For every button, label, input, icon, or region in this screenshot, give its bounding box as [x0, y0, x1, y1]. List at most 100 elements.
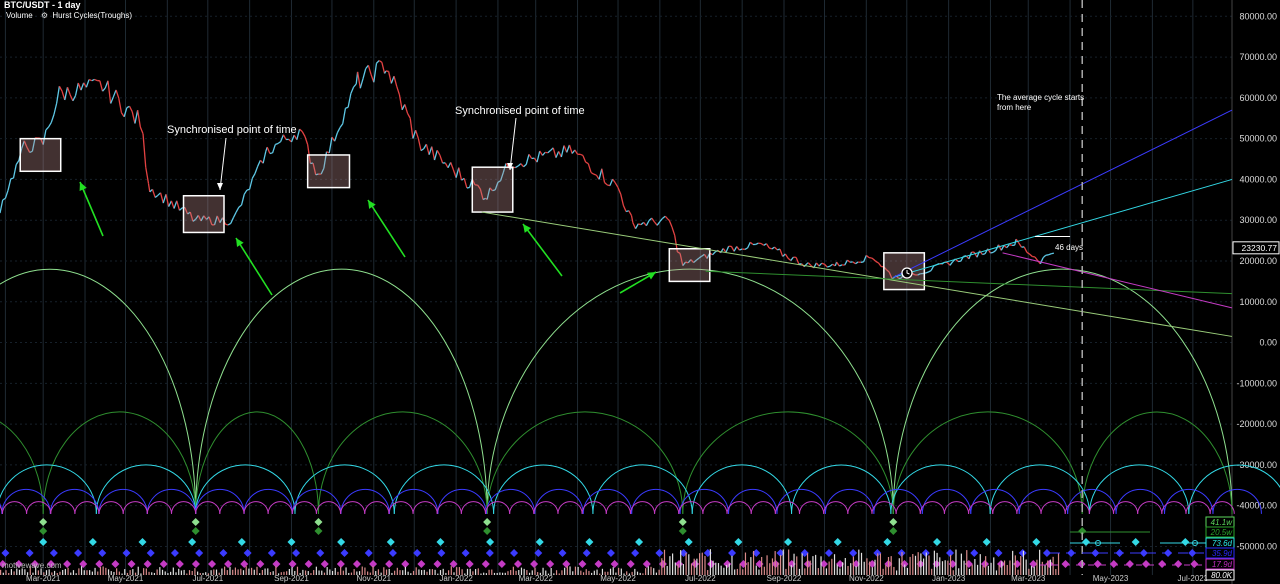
trough-marker-73d — [88, 538, 97, 546]
volume-bar — [1039, 549, 1041, 575]
price-segment — [997, 244, 1002, 251]
trough-marker-41w — [39, 518, 48, 526]
volume-bar — [922, 558, 925, 575]
cycle-arc-17.9d — [315, 501, 342, 514]
trough-marker-73d — [833, 538, 842, 546]
volume-bar — [877, 553, 879, 575]
volume-bar — [526, 570, 528, 575]
volume-bar — [434, 569, 436, 575]
volume-bar — [134, 572, 137, 575]
volume-bar — [358, 571, 361, 575]
volume-bar — [871, 567, 873, 575]
cycle-tag-label: 80.0K — [1211, 571, 1233, 580]
volume-bar — [696, 558, 698, 575]
volume-label[interactable]: Volume — [6, 11, 33, 20]
volume-bar — [226, 570, 228, 575]
y-tick-label: 50000.00 — [1239, 134, 1277, 144]
x-tick-label: Sep-2022 — [767, 574, 802, 583]
price-segment — [238, 204, 242, 208]
trough-marker-20w — [678, 527, 687, 535]
cycle-arc-17.9d — [388, 501, 414, 514]
volume-bar — [769, 563, 771, 575]
price-segment — [555, 151, 560, 158]
volume-bar — [966, 550, 968, 575]
volume-bar — [588, 570, 590, 575]
volume-bar — [596, 569, 598, 575]
volume-bar — [385, 569, 388, 575]
volume-bar — [137, 566, 139, 575]
trough-marker-17d — [562, 560, 571, 568]
volume-bar — [269, 572, 272, 575]
volume-bar — [458, 567, 460, 575]
price-segment — [763, 243, 767, 246]
volume-bar — [817, 568, 819, 575]
volume-bar — [925, 552, 927, 575]
volume-bar — [539, 572, 541, 575]
trough-marker-17d — [159, 560, 168, 568]
volume-bar — [1030, 566, 1033, 575]
volume-bar — [334, 567, 336, 575]
price-segment — [151, 189, 156, 198]
price-segment — [334, 132, 338, 142]
volume-bar — [812, 556, 814, 575]
volume-bar — [323, 572, 326, 575]
volume-bar — [143, 568, 145, 575]
volume-bar — [744, 552, 747, 575]
sync-box — [182, 194, 225, 234]
price-segment — [145, 167, 150, 184]
y-tick-label: 30000.00 — [1239, 215, 1277, 225]
volume-bar — [631, 571, 633, 575]
volume-bar — [725, 564, 728, 575]
cycle-arc-20.5w — [0, 421, 44, 514]
trough-marker-35d — [631, 549, 640, 557]
price-segment — [990, 251, 994, 254]
volume-bar — [569, 566, 571, 575]
trough-marker-41w — [483, 518, 492, 526]
volume-bar — [218, 572, 220, 575]
price-segment — [118, 97, 123, 113]
trough-marker-73d — [535, 538, 544, 546]
volume-bar — [882, 568, 884, 575]
volume-bar — [461, 569, 463, 575]
price-segment — [436, 150, 441, 156]
indicator-label[interactable]: Hurst Cycles(Troughs) — [52, 11, 132, 20]
chart-svg[interactable]: 80000.00 70000.00 60000.00 50000.00 40000.00… — [0, 0, 1280, 584]
price-segment — [712, 251, 716, 256]
volume-bar — [920, 553, 922, 575]
trough-marker-17d — [1141, 560, 1150, 568]
volume-bar — [431, 569, 434, 575]
volume-bar — [291, 567, 293, 575]
price-segment — [634, 223, 639, 230]
trend-line — [481, 211, 1233, 337]
x-tick-label: Mar-2022 — [519, 574, 554, 583]
volume-bar — [647, 566, 649, 575]
volume-bar — [367, 571, 369, 575]
cycle-arc-17.9d — [1, 501, 28, 514]
cycle-arc-17.9d — [98, 501, 124, 514]
y-tick-label: 70000.00 — [1239, 52, 1277, 62]
volume-bar — [639, 572, 641, 575]
volume-bar — [18, 569, 21, 575]
trough-marker-73d — [982, 538, 991, 546]
volume-bar — [793, 553, 795, 575]
volume-bar — [717, 563, 720, 575]
volume-bar — [806, 553, 809, 575]
price-segment — [638, 223, 642, 226]
volume-bar — [809, 560, 811, 575]
price-segment — [768, 247, 773, 250]
volume-bar — [960, 553, 962, 575]
price-segment — [387, 71, 392, 84]
last-price-label: 23230.77 — [1242, 243, 1278, 253]
price-segment — [1051, 252, 1055, 255]
volume-bar — [949, 554, 952, 575]
volume-bar — [188, 570, 191, 575]
volume-bar — [140, 573, 142, 575]
volume-bar — [224, 566, 226, 575]
price-segment — [667, 218, 670, 221]
volume-bar — [545, 570, 547, 575]
price-segment — [345, 106, 349, 109]
price-segment — [139, 126, 144, 135]
price-segment — [771, 246, 775, 250]
volume-bar — [763, 566, 765, 575]
gear-icon[interactable]: ⚙ — [41, 11, 48, 20]
